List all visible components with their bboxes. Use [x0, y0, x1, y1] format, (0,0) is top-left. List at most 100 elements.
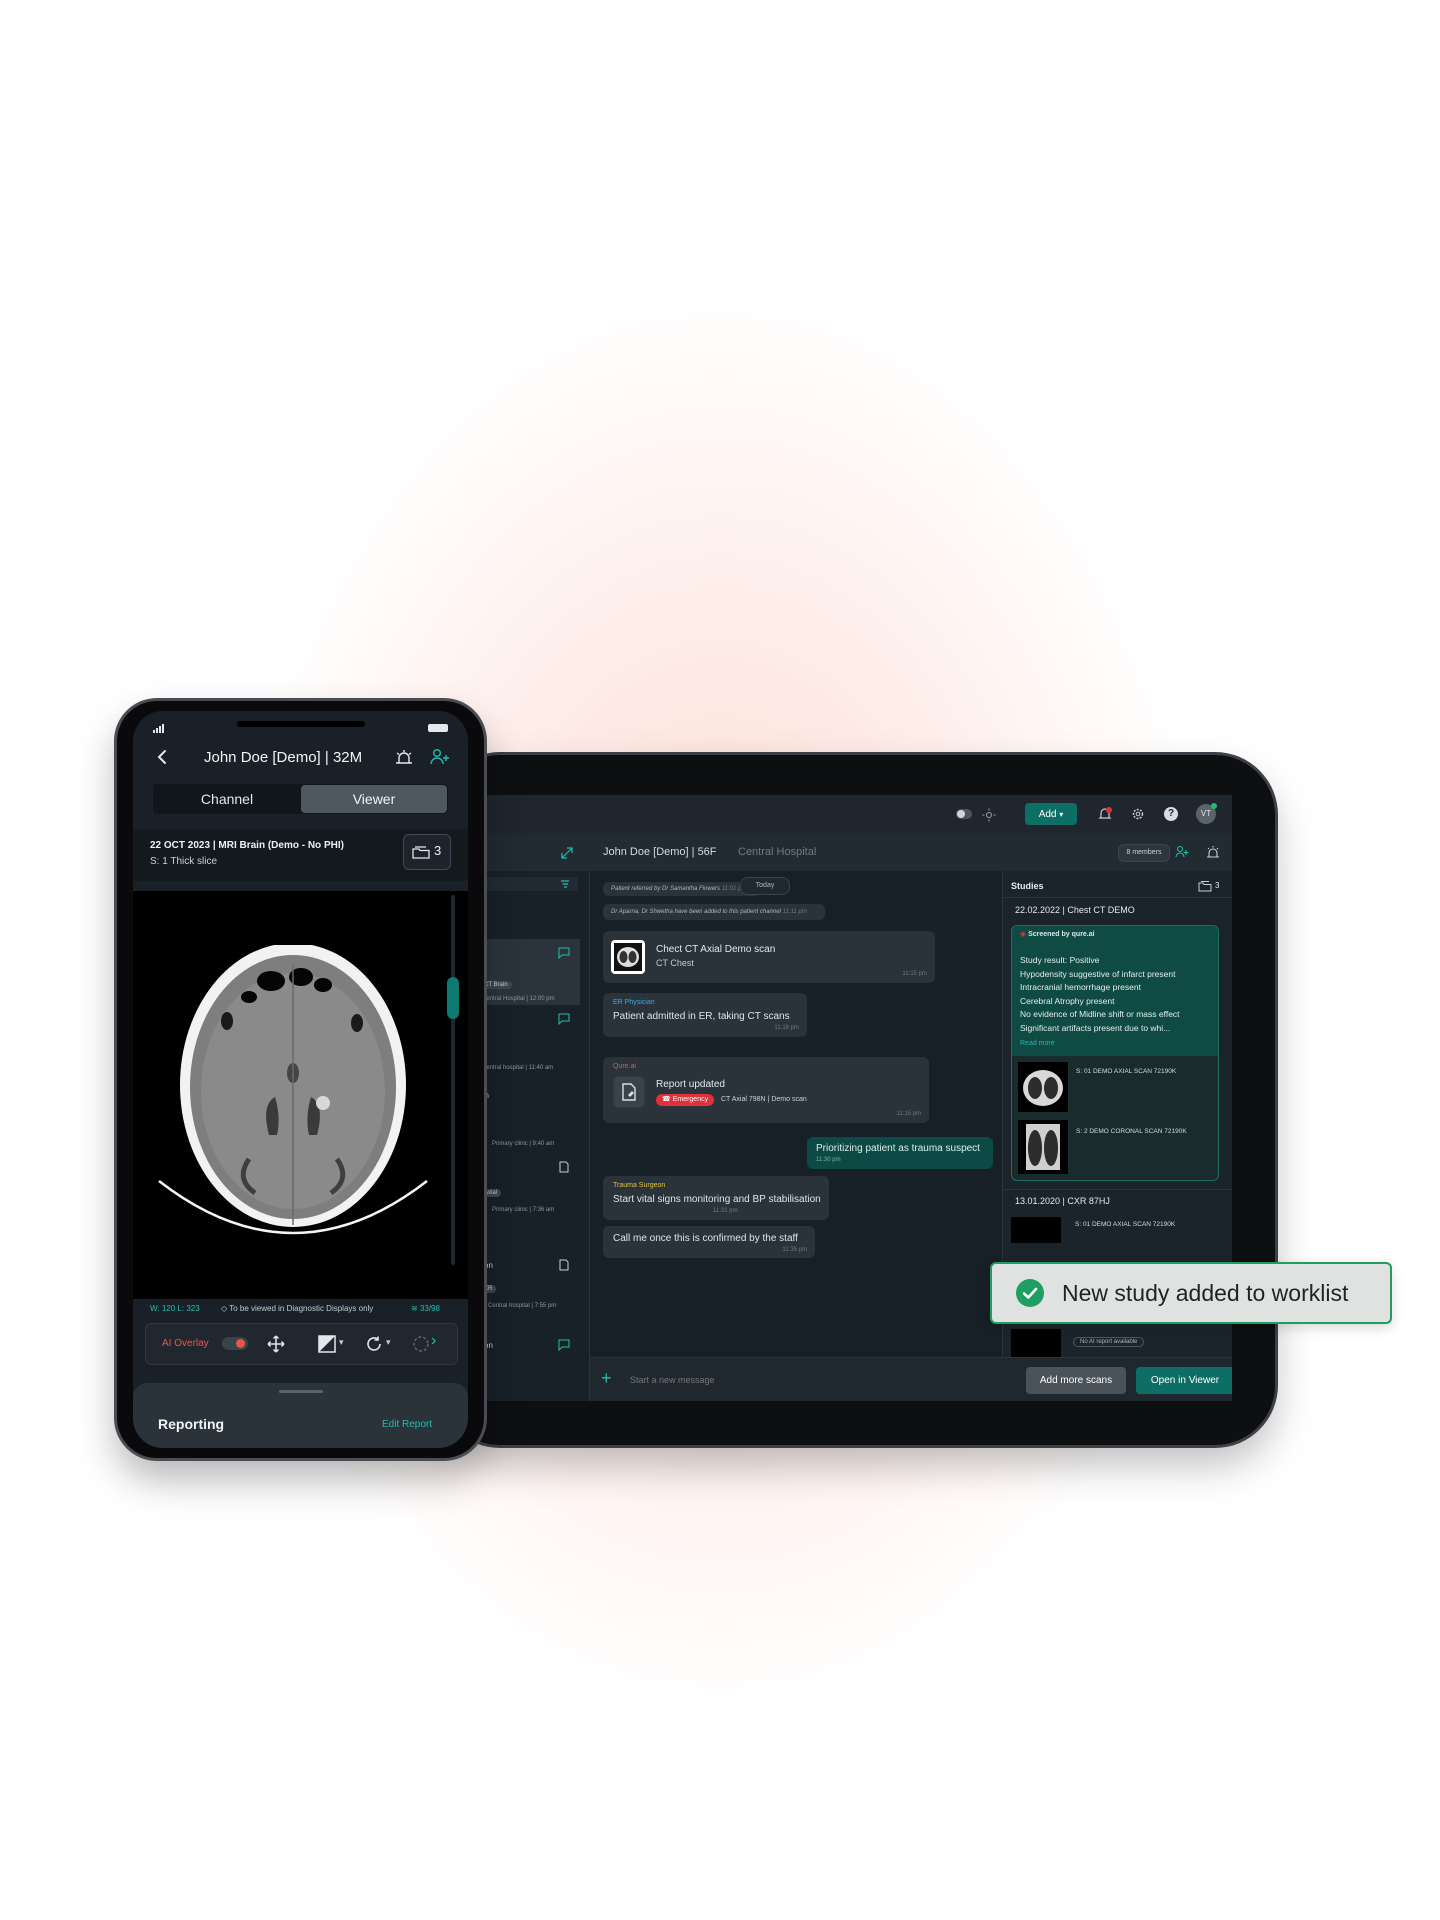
theme-toggle[interactable] — [956, 809, 972, 819]
check-circle-icon — [1016, 1279, 1044, 1307]
scan-message-sub: CT Chest — [656, 958, 694, 968]
filter-icon[interactable] — [560, 878, 572, 890]
diagnostic-notice: ◇ To be viewed in Diagnostic Displays on… — [221, 1304, 373, 1313]
phone-patient-title: John Doe [Demo] | 32M — [204, 749, 363, 766]
sun-icon[interactable] — [982, 808, 996, 822]
message-input[interactable] — [628, 1370, 882, 1390]
crosshair-icon[interactable] — [412, 1335, 430, 1353]
chevron-right-icon[interactable]: › — [431, 1332, 436, 1350]
system-message: Patient referred by Dr Samantha Flowers … — [603, 882, 761, 896]
add-member-icon[interactable] — [430, 748, 450, 766]
scan-thumbnail[interactable] — [1011, 1217, 1061, 1243]
finding: Study result: Positive — [1020, 955, 1100, 965]
slice-scrollbar[interactable] — [447, 895, 459, 1265]
channel-item-5[interactable]: son XR Central hospital | 7:55 pm — [480, 1255, 580, 1331]
channel-item-4[interactable]: Axial Primary clinic | 7:36 am — [480, 1155, 580, 1231]
channel-item-6[interactable]: son — [480, 1335, 580, 1375]
avatar-initials: VT — [1200, 809, 1212, 818]
stack-icon: ≋ — [411, 1304, 418, 1313]
chat-add-icon — [558, 1339, 570, 1351]
scan-thumbnail[interactable] — [1018, 1062, 1068, 1112]
channel-item-3[interactable]: on Primary clinic | 9:40 am — [480, 1079, 580, 1153]
folder-stack-icon[interactable] — [1198, 880, 1212, 892]
diagnostic-notice-text: To be viewed in Diagnostic Displays only — [229, 1304, 374, 1313]
read-more-link[interactable]: Read more — [1020, 1040, 1055, 1047]
tab-channel[interactable]: Channel — [153, 784, 301, 814]
channel-item-1[interactable]: CT Brain Central Hospital | 12:00 pm — [480, 939, 580, 1005]
scan-label: S: 01 DEMO AXIAL SCAN 72190K — [1075, 1221, 1176, 1228]
system-message-time: 11:11 pm — [782, 909, 807, 915]
battery-icon — [428, 724, 448, 732]
contrast-icon[interactable] — [318, 1335, 336, 1353]
study-card[interactable]: ◉ Screened by qure.ai Study result: Posi… — [1011, 925, 1219, 1181]
channel-time: Primary clinic | 9:40 am — [492, 1141, 555, 1147]
channel-list: CT Brain Central Hospital | 12:00 pm Cen… — [480, 871, 590, 1401]
patient-title: John Doe [Demo] | 56F — [603, 846, 717, 858]
studies-button[interactable]: 3 — [403, 834, 451, 870]
message-text: Patient admitted in ER, taking CT scans — [613, 1011, 790, 1022]
screened-label: ◉ Screened by qure.ai — [1020, 930, 1095, 938]
finding: Cerebral Atrophy present — [1020, 995, 1115, 1006]
user-avatar[interactable]: VT — [1196, 803, 1217, 824]
chat-panel: Patient referred by Dr Samantha Flowers … — [590, 871, 1002, 1357]
signal-icon — [153, 724, 164, 733]
dicom-viewer[interactable] — [133, 891, 468, 1319]
call-message: Call me once this is confirmed by the st… — [603, 1226, 815, 1258]
message-text: Prioritizing patient as trauma suspect — [816, 1143, 980, 1154]
document-icon — [559, 1161, 569, 1173]
scan-thumbnail[interactable] — [1011, 1329, 1061, 1357]
channel-tag: CT Brain — [480, 981, 512, 989]
scan-message[interactable]: Chect CT Axial Demo scan CT Chest 11:15 … — [603, 931, 935, 983]
alarm-icon[interactable] — [394, 748, 414, 766]
add-more-scans-button[interactable]: Add more scans — [1026, 1367, 1126, 1394]
study-date-title: 22 OCT 2023 | MRI Brain (Demo - No PHI) — [150, 840, 344, 851]
info-diamond-icon: ◇ — [221, 1304, 228, 1313]
edit-report-link[interactable]: Edit Report — [382, 1419, 432, 1430]
plus-icon[interactable]: + — [601, 1369, 612, 1387]
series-label: S: 1 Thick slice — [150, 856, 218, 867]
trauma-message: Trauma Surgeon Start vital signs monitor… — [603, 1176, 829, 1220]
pan-icon[interactable] — [267, 1335, 285, 1353]
no-ai-badge: No AI report available — [1073, 1337, 1145, 1347]
studies-count: 3 — [1215, 881, 1220, 890]
expand-icon[interactable] — [560, 846, 574, 860]
channel-item-2[interactable]: Central hospital | 11:40 am — [480, 1007, 580, 1077]
study-title: 22.02.2022 | Chest CT DEMO — [1015, 905, 1135, 915]
report-message[interactable]: Qure.ai Report updated ☎ Emergency CT Ax… — [603, 1057, 929, 1123]
members-button[interactable]: 8 members — [1118, 844, 1170, 862]
scan-thumbnail[interactable] — [1018, 1120, 1068, 1174]
message-time: 11:30 pm — [816, 1157, 841, 1163]
message-time: 11:16 pm — [774, 1025, 799, 1031]
chevron-down-icon: ▾ — [1059, 809, 1064, 819]
ai-overlay-toggle[interactable] — [222, 1337, 248, 1350]
finding: Hypodensity suggestive of infarct presen… — [1020, 968, 1176, 979]
tab-bar: Channel Viewer — [153, 784, 448, 814]
alarm-icon[interactable] — [1206, 845, 1220, 859]
slice-scroll-thumb[interactable] — [447, 977, 459, 1019]
message-composer: + Add more scans Open in Viewer — [590, 1357, 1232, 1401]
rotate-icon[interactable] — [365, 1335, 383, 1353]
reporting-sheet[interactable]: Reporting Edit Report — [133, 1383, 468, 1448]
add-button-label: Add — [1038, 808, 1057, 820]
back-arrow-icon[interactable] — [156, 749, 168, 765]
report-sub: CT Axial 798N | Demo scan — [721, 1096, 807, 1103]
message-time: 11:15 pm — [896, 1111, 921, 1117]
studies-title: Studies — [1011, 881, 1044, 891]
chevron-down-icon[interactable]: ▾ — [386, 1337, 391, 1348]
add-member-icon[interactable] — [1175, 845, 1189, 859]
tab-viewer[interactable]: Viewer — [301, 785, 447, 813]
drag-handle[interactable] — [279, 1390, 323, 1393]
gear-icon[interactable] — [1131, 807, 1145, 821]
chevron-down-icon[interactable]: ▾ — [339, 1337, 344, 1348]
slice-count-text: 33/98 — [419, 1304, 440, 1313]
own-message: Prioritizing patient as trauma suspect 1… — [807, 1137, 993, 1169]
open-in-viewer-button[interactable]: Open in Viewer — [1136, 1367, 1232, 1394]
help-icon[interactable]: ? — [1164, 807, 1178, 821]
slice-count: ≋ 33/98 — [411, 1304, 440, 1313]
phone-screen: John Doe [Demo] | 32M Channel Viewer 22 … — [133, 711, 468, 1448]
add-button[interactable]: Add ▾ — [1025, 803, 1077, 825]
ai-summary: ◉ Screened by qure.ai Study result: Posi… — [1012, 926, 1218, 1056]
bell-icon[interactable] — [1097, 806, 1113, 822]
finding: Intracranial hemorrhage present — [1020, 982, 1141, 992]
scan-thumbnail — [611, 940, 645, 974]
